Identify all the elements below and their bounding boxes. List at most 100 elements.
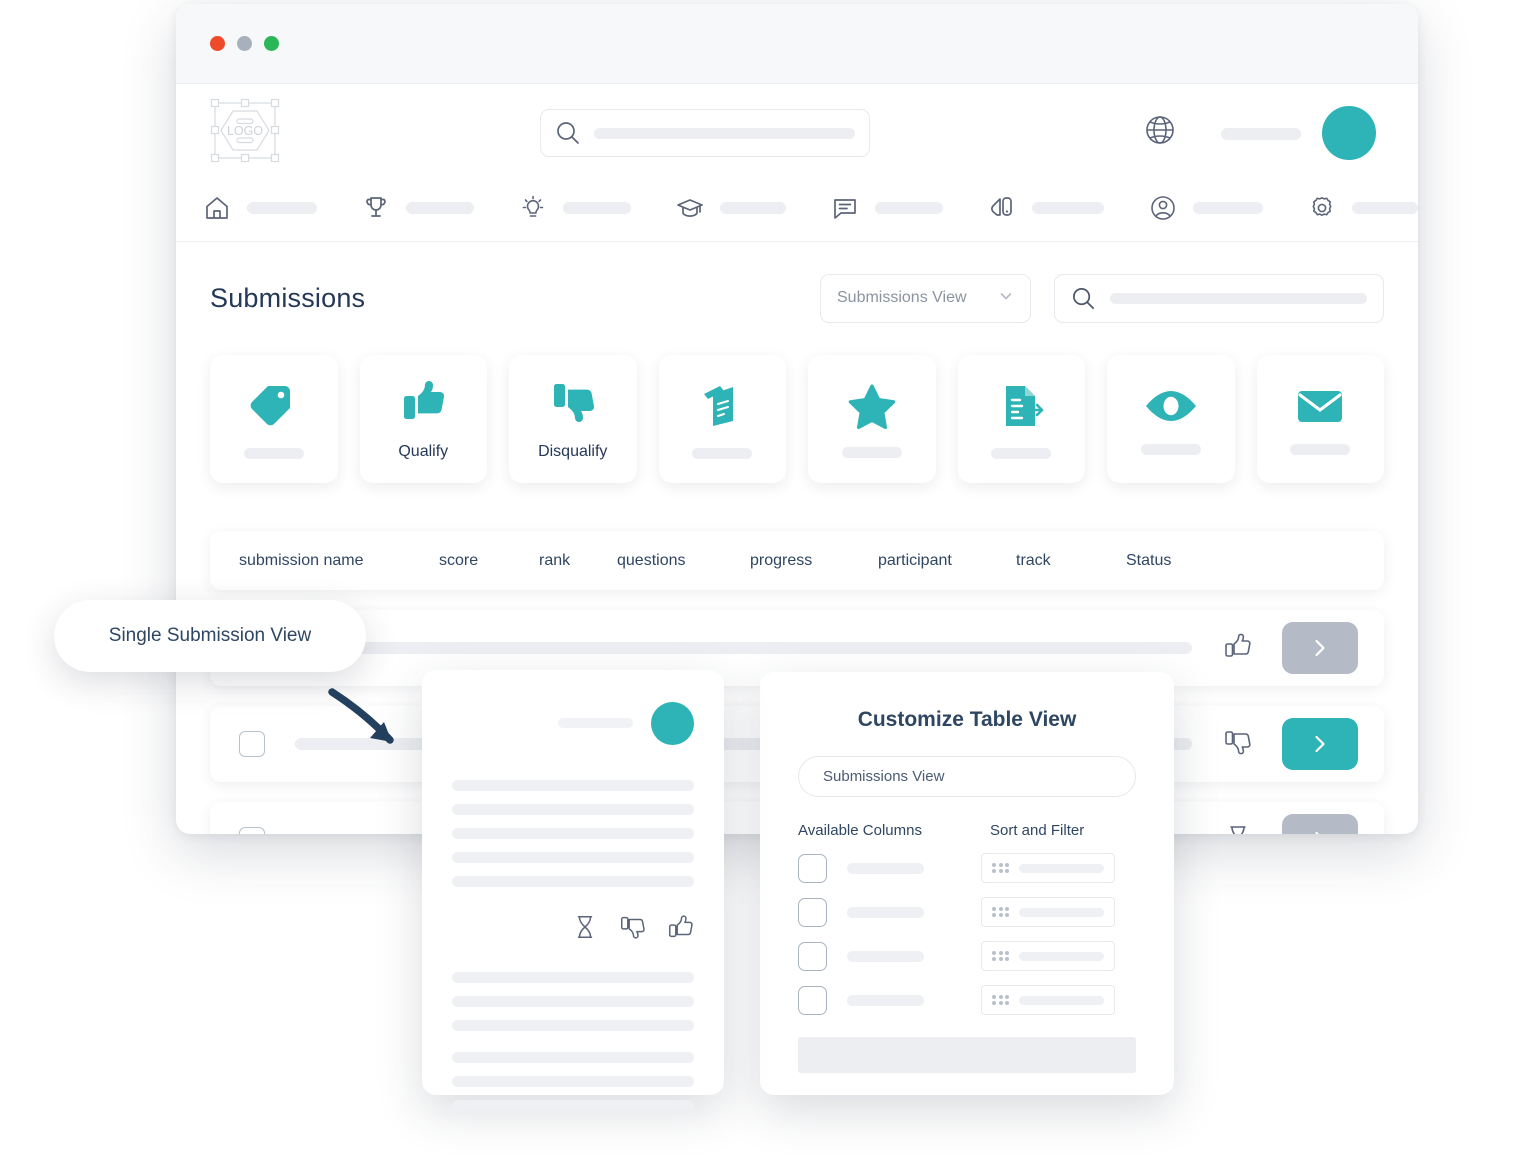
submission-card-header — [452, 694, 694, 752]
action-card-email[interactable] — [1256, 355, 1384, 483]
column-header-rank[interactable]: rank — [539, 552, 617, 570]
column-header-questions[interactable]: questions — [617, 552, 750, 570]
action-card-email-label — [1290, 443, 1351, 455]
sort-filter-placeholder — [1019, 951, 1104, 961]
column-label-placeholder — [847, 950, 924, 962]
nav-item-home-label — [247, 201, 317, 214]
sort-and-filter-label: Sort and Filter — [990, 822, 1085, 839]
thumbs-down-icon — [553, 384, 594, 422]
graduation-cap-icon — [677, 198, 703, 217]
action-card-documents[interactable] — [658, 355, 786, 483]
drag-dots-icon[interactable] — [992, 950, 1009, 962]
nav-item-learn-label — [720, 201, 786, 214]
action-card-star[interactable] — [808, 355, 936, 483]
avatar[interactable] — [651, 701, 694, 745]
column-checkbox[interactable] — [798, 897, 827, 927]
nav-item-settings-label — [1352, 201, 1418, 214]
action-card-star-label — [841, 446, 902, 458]
thumbs-up-icon[interactable] — [1222, 631, 1252, 666]
view-select[interactable]: Submissions View — [820, 273, 1031, 323]
nav-item-ideas-label — [563, 201, 631, 214]
action-card-tag-label — [243, 447, 304, 459]
submission-name-placeholder — [558, 718, 633, 728]
curved-arrow-icon — [326, 686, 416, 771]
column-header-score[interactable]: score — [439, 552, 539, 570]
sort-filter-field[interactable] — [981, 941, 1115, 971]
nav-item-messages-label — [875, 201, 943, 214]
home-icon — [206, 196, 228, 219]
submission-footer-lines — [452, 972, 694, 1111]
action-card-documents-label — [692, 447, 753, 459]
action-card-qualify[interactable]: Qualify — [359, 355, 487, 483]
row-open-button[interactable] — [1282, 622, 1358, 674]
column-header-status[interactable]: Status — [1126, 552, 1236, 570]
gear-icon — [1312, 196, 1332, 216]
drag-dots-icon[interactable] — [992, 994, 1009, 1006]
column-checkbox[interactable] — [798, 941, 827, 971]
hourglass-icon[interactable] — [572, 913, 598, 946]
page-title: Submissions — [210, 282, 366, 313]
global-search-input[interactable] — [540, 109, 870, 157]
column-header-submission-name[interactable]: submission name — [239, 552, 439, 570]
global-search-placeholder — [594, 127, 855, 139]
close-window-button[interactable] — [210, 36, 225, 51]
action-card-view[interactable] — [1107, 355, 1235, 483]
sort-filter-field[interactable] — [981, 985, 1115, 1015]
row-open-button[interactable] — [1282, 814, 1358, 834]
column-label-placeholder — [847, 994, 924, 1006]
logo-placeholder-icon[interactable]: LOGO — [209, 97, 281, 164]
nav-item-branding[interactable] — [987, 193, 1104, 223]
customize-panel-column-headers: Available Columns Sort and Filter — [798, 822, 1136, 839]
row-checkbox[interactable] — [239, 731, 265, 757]
page-toolbar: Submissions Submissions View — [210, 270, 1384, 326]
action-card-export[interactable] — [957, 355, 1085, 483]
customize-column-row[interactable] — [798, 941, 1136, 971]
thumbs-down-icon[interactable] — [1222, 727, 1252, 762]
customize-column-row[interactable] — [798, 985, 1136, 1015]
nav-item-ideas[interactable] — [518, 193, 631, 223]
customize-view-value: Submissions View — [823, 768, 945, 785]
thumbs-down-icon[interactable] — [618, 913, 646, 946]
envelope-icon — [1298, 390, 1343, 422]
nav-item-home[interactable] — [202, 193, 317, 223]
table-search-input[interactable] — [1054, 273, 1384, 323]
column-header-participant[interactable]: participant — [878, 552, 1016, 570]
nav-item-trophy[interactable] — [361, 193, 474, 223]
main-nav — [176, 174, 1418, 242]
hourglass-icon[interactable] — [1224, 823, 1252, 834]
column-header-track[interactable]: track — [1016, 552, 1126, 570]
sort-filter-field[interactable] — [981, 853, 1115, 883]
drag-dots-icon[interactable] — [992, 906, 1009, 918]
thumbs-up-icon[interactable] — [666, 913, 694, 946]
column-header-progress[interactable]: progress — [750, 552, 878, 570]
nav-item-settings[interactable] — [1307, 193, 1418, 223]
globe-icon[interactable] — [1142, 112, 1178, 153]
nav-item-profile[interactable] — [1148, 193, 1263, 223]
eye-icon — [1145, 390, 1196, 421]
column-checkbox[interactable] — [798, 985, 827, 1015]
row-checkbox[interactable] — [239, 827, 265, 834]
row-open-button[interactable] — [1282, 718, 1358, 770]
drag-dots-icon[interactable] — [992, 862, 1009, 874]
customize-column-row[interactable] — [798, 897, 1136, 927]
minimize-window-button[interactable] — [237, 36, 252, 51]
action-card-disqualify[interactable]: Disqualify — [509, 355, 637, 483]
view-select-value: Submissions View — [837, 289, 967, 306]
action-card-tag[interactable] — [210, 355, 338, 483]
column-checkbox[interactable] — [798, 853, 827, 883]
search-icon — [1073, 287, 1094, 309]
table-header-row: submission name score rank questions pro… — [210, 531, 1384, 590]
customize-panel-footer-button[interactable] — [798, 1037, 1136, 1073]
avatar[interactable] — [1322, 106, 1376, 160]
nav-item-learn[interactable] — [675, 193, 786, 223]
header-username-placeholder — [1221, 128, 1301, 140]
customize-column-row[interactable] — [798, 853, 1136, 883]
chevron-right-icon — [1315, 639, 1325, 657]
sort-filter-placeholder — [1019, 907, 1104, 917]
nav-item-messages[interactable] — [830, 193, 943, 223]
customize-view-select[interactable]: Submissions View — [798, 756, 1136, 797]
action-card-export-label — [991, 447, 1052, 459]
maximize-window-button[interactable] — [264, 36, 279, 51]
sort-filter-field[interactable] — [981, 897, 1115, 927]
submission-card-actions — [452, 913, 694, 946]
